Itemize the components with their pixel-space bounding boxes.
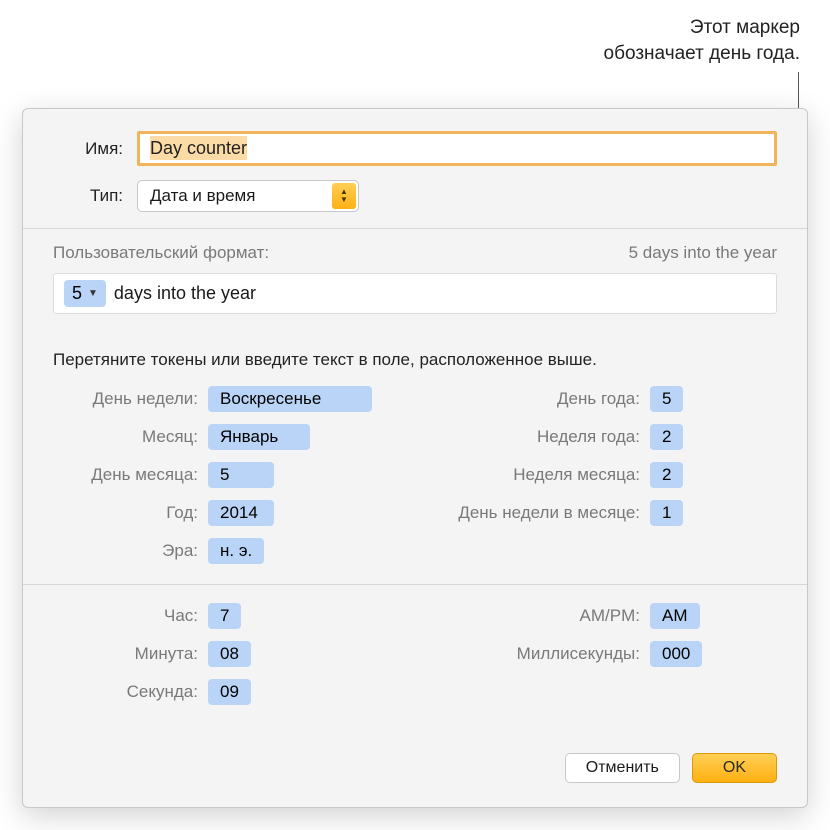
token-value[interactable]: 5 <box>650 386 683 412</box>
token-value[interactable]: 08 <box>208 641 251 667</box>
type-label: Тип: <box>53 186 123 206</box>
name-input[interactable]: Day counter <box>137 131 777 166</box>
format-token-day-of-year[interactable]: 5 ▼ <box>64 280 106 307</box>
chevron-down-icon: ▼ <box>88 288 98 299</box>
token-label: День недели: <box>53 389 198 409</box>
token-label: Год: <box>53 503 198 523</box>
token-label: AM/PM: <box>430 606 640 626</box>
token-value[interactable]: 2014 <box>208 500 274 526</box>
user-format-label: Пользовательский формат: <box>53 243 269 263</box>
token-value[interactable]: AM <box>650 603 700 629</box>
token-value[interactable]: Воскресенье <box>208 386 372 412</box>
token-value[interactable]: 2 <box>650 462 683 488</box>
token-label: День недели в месяце: <box>430 503 640 523</box>
token-value[interactable]: 1 <box>650 500 683 526</box>
token-value[interactable]: 7 <box>208 603 241 629</box>
ok-button[interactable]: OK <box>692 753 777 783</box>
cancel-button[interactable]: Отменить <box>565 753 680 783</box>
token-label: Неделя года: <box>430 427 640 447</box>
token-value[interactable]: 000 <box>650 641 702 667</box>
token-label: День месяца: <box>53 465 198 485</box>
token-value[interactable]: н. э. <box>208 538 264 564</box>
token-label: Минута: <box>53 644 198 664</box>
format-suffix-text: days into the year <box>114 283 256 304</box>
token-value[interactable]: 09 <box>208 679 251 705</box>
token-value[interactable]: Январь <box>208 424 310 450</box>
annotation-text: Этот маркер обозначает день года. <box>604 15 800 66</box>
format-field[interactable]: 5 ▼ days into the year <box>53 273 777 314</box>
token-label: Миллисекунды: <box>430 644 640 664</box>
token-value[interactable]: 5 <box>208 462 274 488</box>
name-label: Имя: <box>53 139 123 159</box>
token-label: Неделя месяца: <box>430 465 640 485</box>
updown-arrows-icon: ▲▼ <box>332 183 356 209</box>
format-preview: 5 days into the year <box>629 243 777 263</box>
token-label: Секунда: <box>53 682 198 702</box>
token-label: Час: <box>53 606 198 626</box>
type-select[interactable]: Дата и время ▲▼ <box>137 180 359 212</box>
custom-format-dialog: Имя: Day counter Тип: Дата и время ▲▼ По… <box>22 108 808 808</box>
token-value[interactable]: 2 <box>650 424 683 450</box>
token-label: День года: <box>430 389 640 409</box>
token-label: Месяц: <box>53 427 198 447</box>
instruction-text: Перетяните токены или введите текст в по… <box>53 350 777 370</box>
token-label: Эра: <box>53 541 198 561</box>
